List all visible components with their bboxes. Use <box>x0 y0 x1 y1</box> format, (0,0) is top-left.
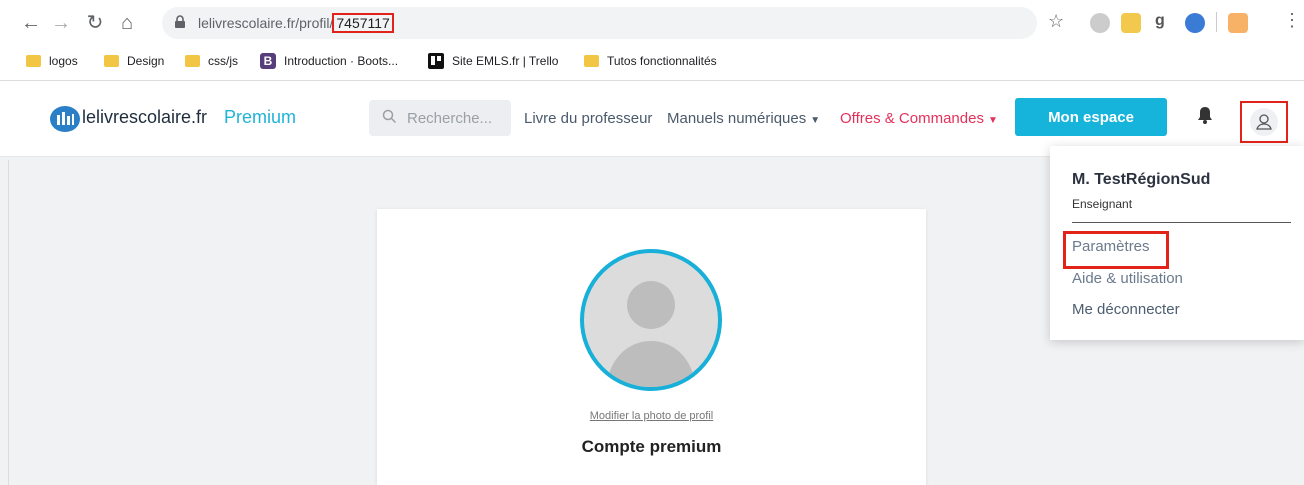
toolbar-divider <box>1216 12 1217 32</box>
dropdown-divider <box>1072 222 1291 223</box>
extension-g-icon[interactable]: g <box>1155 12 1165 30</box>
bookmark-design[interactable]: Design <box>104 50 164 72</box>
menu-dots-icon[interactable]: ⋮ <box>1283 10 1301 31</box>
extension-theme-icon[interactable] <box>1228 13 1248 33</box>
profile-id-highlight: 7457117 <box>332 13 394 33</box>
nav-manuels-numeriques[interactable]: Manuels numériques ▼ <box>667 110 820 127</box>
nav-offres-commandes[interactable]: Offres & Commandes ▼ <box>840 110 998 127</box>
bookmark-logos[interactable]: logos <box>26 50 78 72</box>
search-icon <box>382 109 397 128</box>
mon-espace-button[interactable]: Mon espace <box>1015 98 1167 136</box>
bookmark-tutos[interactable]: Tutos fonctionnalités <box>584 50 717 72</box>
bookmark-label: Design <box>127 54 165 68</box>
caret-down-icon: ▼ <box>987 115 998 126</box>
folder-icon <box>584 55 599 67</box>
parametres-highlight-box <box>1063 231 1169 269</box>
logo-text[interactable]: lelivrescolaire.fr <box>82 107 207 128</box>
lock-icon <box>174 15 186 34</box>
bookmark-label: Introduction · Boots... <box>284 54 399 68</box>
change-photo-link[interactable]: Modifier la photo de profil <box>377 410 926 422</box>
user-role: Enseignant <box>1072 197 1133 211</box>
bookmark-trello[interactable]: Site EMLS.fr | Trello <box>428 50 558 72</box>
bookmark-label: Site EMLS.fr | Trello <box>452 54 559 68</box>
folder-icon <box>185 55 200 67</box>
nav-label: Offres & Commandes <box>840 110 984 127</box>
trello-icon <box>428 53 444 69</box>
user-name: M. TestRégionSud <box>1072 171 1211 188</box>
url-domain: lelivrescolaire.fr/profil/ <box>198 15 334 31</box>
extension-face-icon[interactable] <box>1121 13 1141 33</box>
star-icon[interactable]: ☆ <box>1048 11 1064 32</box>
bookmark-label: logos <box>49 54 78 68</box>
bookmark-label: css/js <box>208 54 238 68</box>
url-text: lelivrescolaire.fr/profil/7457117 <box>198 13 394 33</box>
bookmark-cssjs[interactable]: css/js <box>185 50 238 72</box>
extension-gear-icon[interactable] <box>1090 13 1110 33</box>
user-menu-button[interactable] <box>1240 101 1288 143</box>
user-icon <box>1250 108 1278 136</box>
menu-item-aide[interactable]: Aide & utilisation <box>1072 270 1183 287</box>
logo-premium: Premium <box>224 107 297 127</box>
page-divider <box>8 160 9 485</box>
menu-item-deconnecter[interactable]: Me déconnecter <box>1072 301 1180 318</box>
nav-livre-professeur[interactable]: Livre du professeur <box>524 110 652 127</box>
nav-label: Manuels numériques <box>667 110 807 127</box>
account-type-title: Compte premium <box>581 437 722 456</box>
home-icon[interactable]: ⌂ <box>116 12 138 34</box>
bookmark-label: Tutos fonctionnalités <box>607 54 717 68</box>
search-placeholder: Recherche... <box>407 110 493 127</box>
folder-icon <box>104 55 119 67</box>
bookmarks-bar: logos Design css/js B Introduction · Boot… <box>0 46 1304 76</box>
forward-icon[interactable]: → <box>50 12 72 34</box>
logo-icon[interactable] <box>50 106 80 132</box>
back-icon[interactable]: ← <box>20 12 42 34</box>
profile-card: Modifier la photo de profil Compte premi… <box>377 209 926 485</box>
bootstrap-icon: B <box>260 53 276 69</box>
browser-chrome: ← → ↻ ⌂ lelivrescolaire.fr/profil/745711… <box>0 0 1304 81</box>
caret-down-icon: ▼ <box>810 115 821 126</box>
folder-icon <box>26 55 41 67</box>
reload-icon[interactable]: ↻ <box>84 12 106 34</box>
avatar[interactable] <box>580 249 722 391</box>
notification-bell-icon[interactable] <box>1196 105 1214 131</box>
extension-blue-icon[interactable] <box>1185 13 1205 33</box>
user-dropdown-menu: M. TestRégionSud Enseignant Paramètres A… <box>1050 146 1304 340</box>
bookmark-bootstrap[interactable]: B Introduction · Boots... <box>260 50 398 72</box>
